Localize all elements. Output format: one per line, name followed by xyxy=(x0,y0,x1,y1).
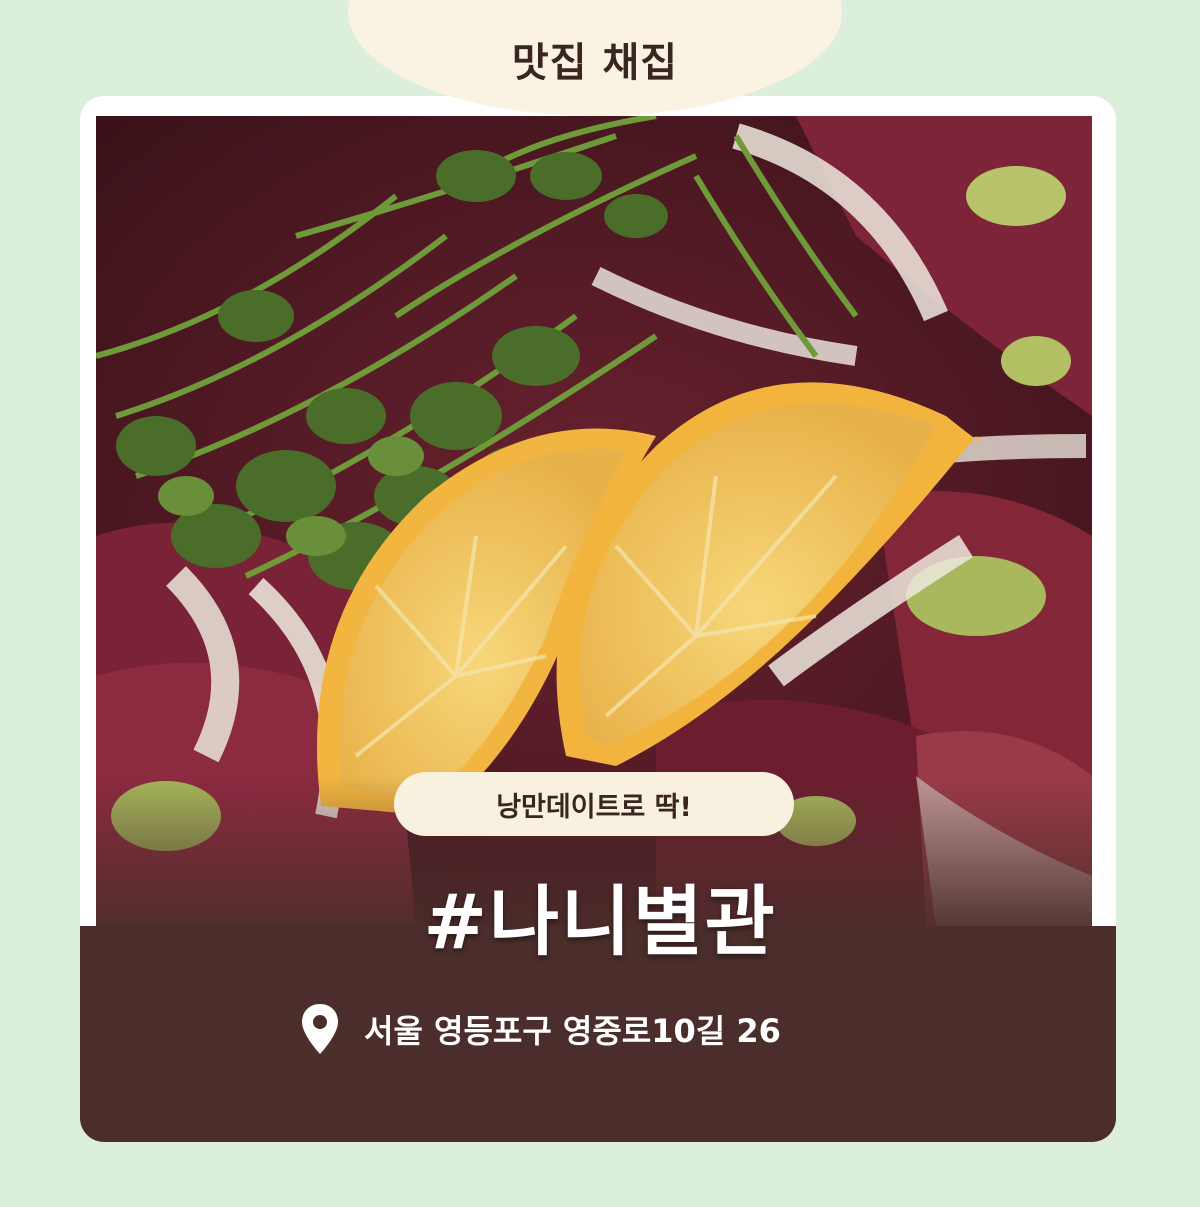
page-title: 맛집 채집 xyxy=(511,40,679,86)
restaurant-card xyxy=(80,96,1116,1142)
tagline-badge: 낭만데이트로 딱! xyxy=(394,772,794,836)
address-text: 서울 영등포구 영중로10길 26 xyxy=(364,1012,781,1050)
map-pin-icon xyxy=(302,1004,338,1054)
restaurant-name: #나니별관 xyxy=(423,877,777,966)
address-row: 서울 영등포구 영중로10길 26 xyxy=(300,1002,781,1056)
